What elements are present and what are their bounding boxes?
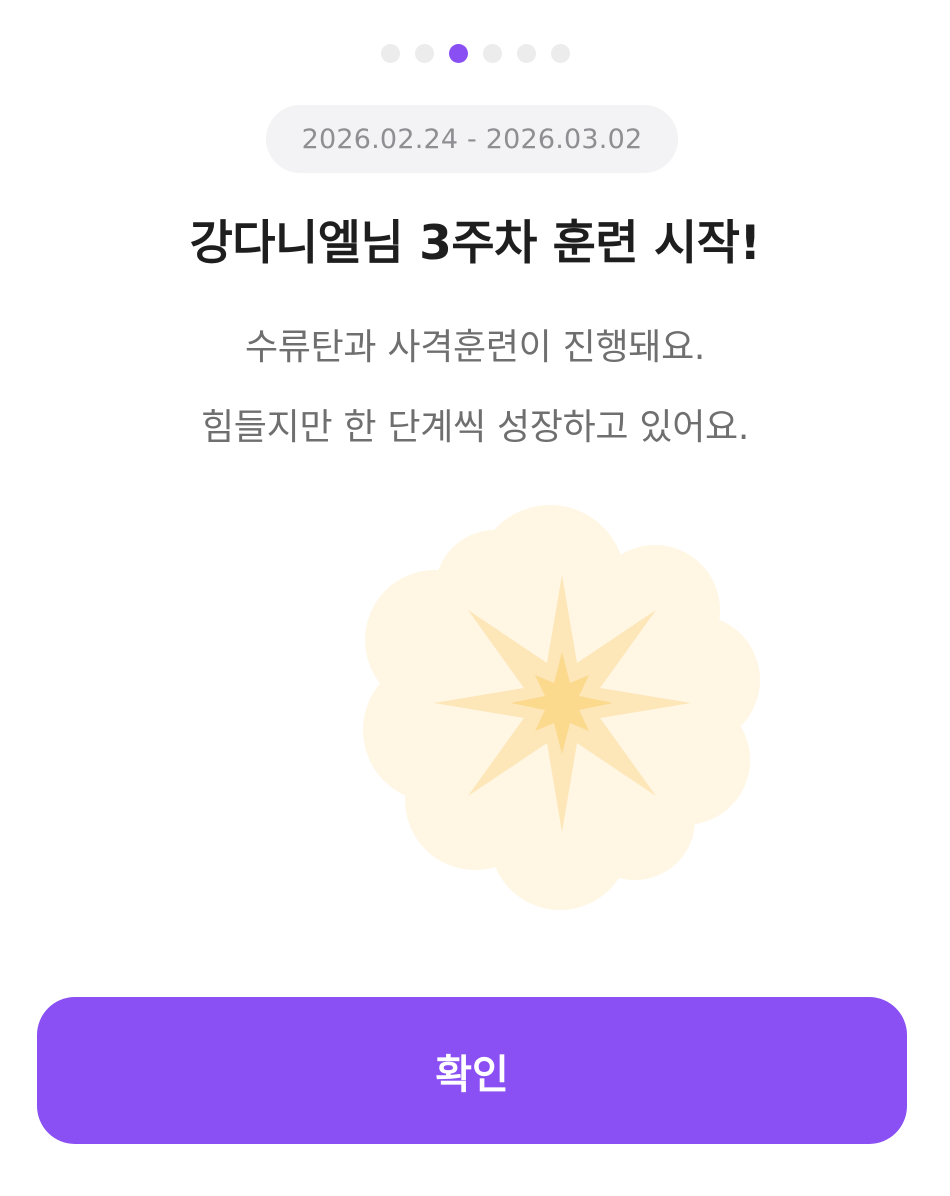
page-dot[interactable] <box>482 44 502 63</box>
page-title: 강다니엘님 3주차 훈련 시작! <box>189 216 761 271</box>
training-intro-screen: 2026.02.24 - 2026.03.02 강다니엘님 3주차 훈련 시작!… <box>0 0 950 1196</box>
page-dot-active[interactable] <box>448 44 468 63</box>
page-dot[interactable] <box>380 44 400 63</box>
sparkle-burst-icon <box>355 500 767 912</box>
page-dot[interactable] <box>414 44 434 63</box>
page-indicator <box>0 44 950 63</box>
confirm-button[interactable]: 확인 <box>37 997 907 1144</box>
description-line-1: 수류탄과 사격훈련이 진행돼요. <box>244 327 706 368</box>
page-dot[interactable] <box>516 44 536 63</box>
description-line-2: 힘들지만 한 단계씩 성장하고 있어요. <box>200 407 750 448</box>
page-dot[interactable] <box>550 44 570 63</box>
date-range-badge: 2026.02.24 - 2026.03.02 <box>266 105 678 173</box>
